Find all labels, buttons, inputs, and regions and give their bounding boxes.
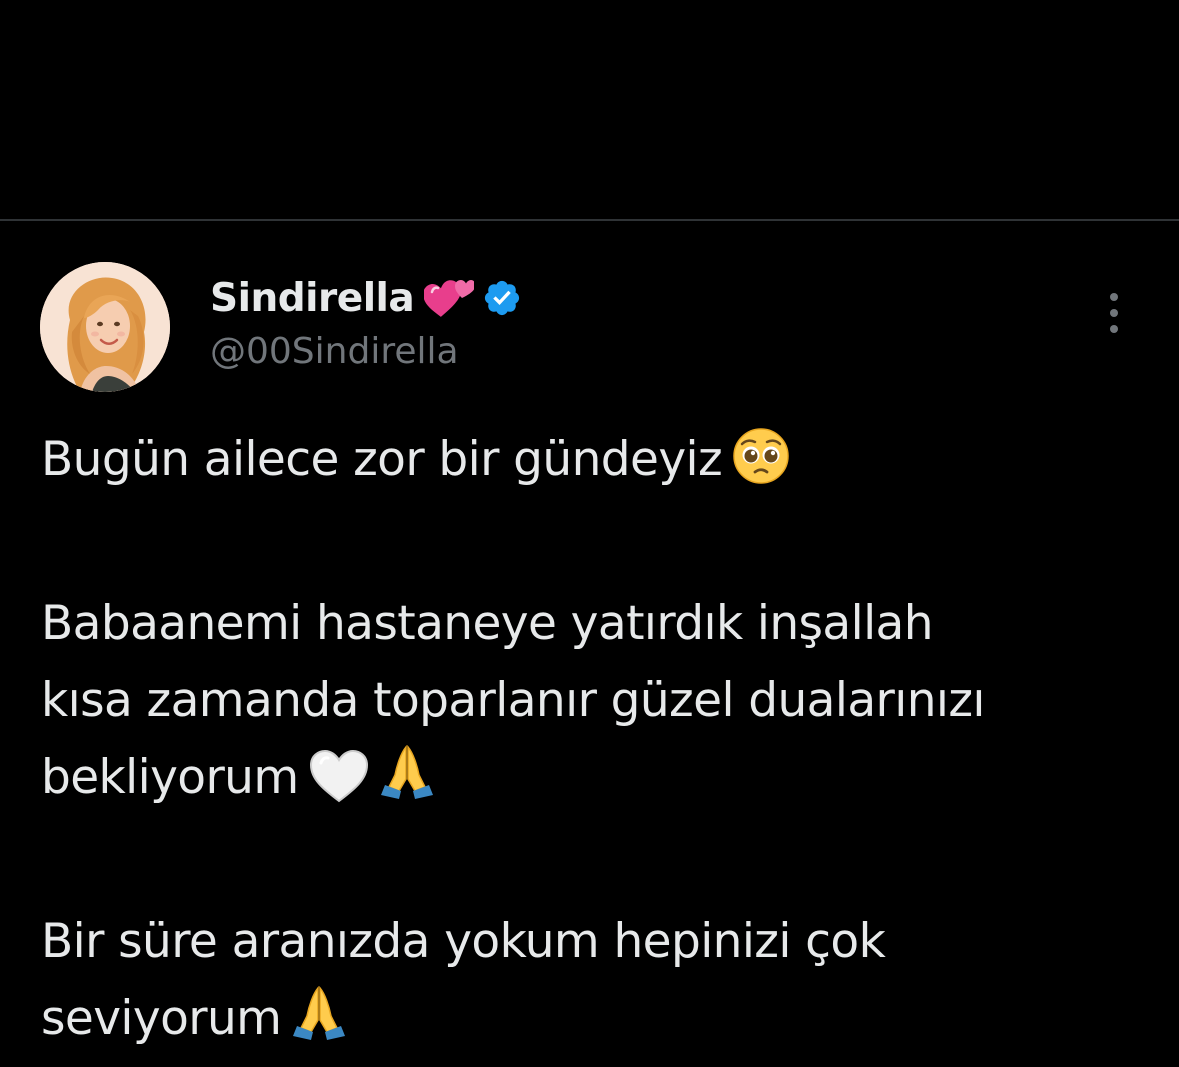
author-handle[interactable]: @00Sindirella	[210, 331, 522, 372]
tweet-paragraph: Bugün ailece zor bir gündeyiz	[41, 421, 1151, 508]
avatar-image	[40, 262, 170, 392]
more-vertical-icon[interactable]	[1092, 287, 1136, 339]
tweet-line-text: bekliyorum	[41, 750, 299, 805]
tweet-line: bekliyorum	[41, 739, 1151, 826]
tweet-line: Babaanemi hastaneye yatırdık inşallah	[41, 596, 934, 651]
two-hearts-icon	[423, 276, 476, 320]
author-name-row: Sindirella	[210, 273, 522, 323]
folded-hands-icon	[379, 743, 435, 826]
tweet-header: Sindirella @00Sindirella	[210, 273, 522, 372]
tweet-line: kısa zamanda toparlanır güzel dualarınız…	[41, 673, 985, 728]
more-dot	[1110, 309, 1118, 317]
tweet-paragraph: Bir süre aranızda yokum hepinizi çok sev…	[41, 903, 1151, 1067]
tweet-paragraph: Babaanemi hastaneye yatırdık inşallah kı…	[41, 585, 1151, 826]
tweet[interactable]: Sindirella @00Sindirella Bugün ailece zo…	[0, 221, 1179, 1063]
avatar[interactable]	[40, 262, 170, 392]
white-heart-icon	[309, 749, 369, 826]
author-display-name[interactable]: Sindirella	[210, 276, 415, 321]
tweet-line-text: seviyorum	[41, 991, 282, 1046]
verified-icon[interactable]	[482, 278, 522, 318]
folded-hands-icon	[291, 984, 347, 1067]
more-dot	[1110, 325, 1118, 333]
tweet-line: Bir süre aranızda yokum hepinizi çok	[41, 914, 886, 969]
more-dot	[1110, 293, 1118, 301]
tweet-text: Bugün ailece zor bir gündeyiz Babaanemi …	[41, 421, 1151, 1067]
pleading-face-icon	[732, 427, 790, 508]
tweet-line: seviyorum	[41, 980, 1151, 1067]
tweet-line-text: Bugün ailece zor bir gündeyiz	[41, 432, 723, 487]
tweet-line: Bugün ailece zor bir gündeyiz	[41, 421, 1151, 508]
